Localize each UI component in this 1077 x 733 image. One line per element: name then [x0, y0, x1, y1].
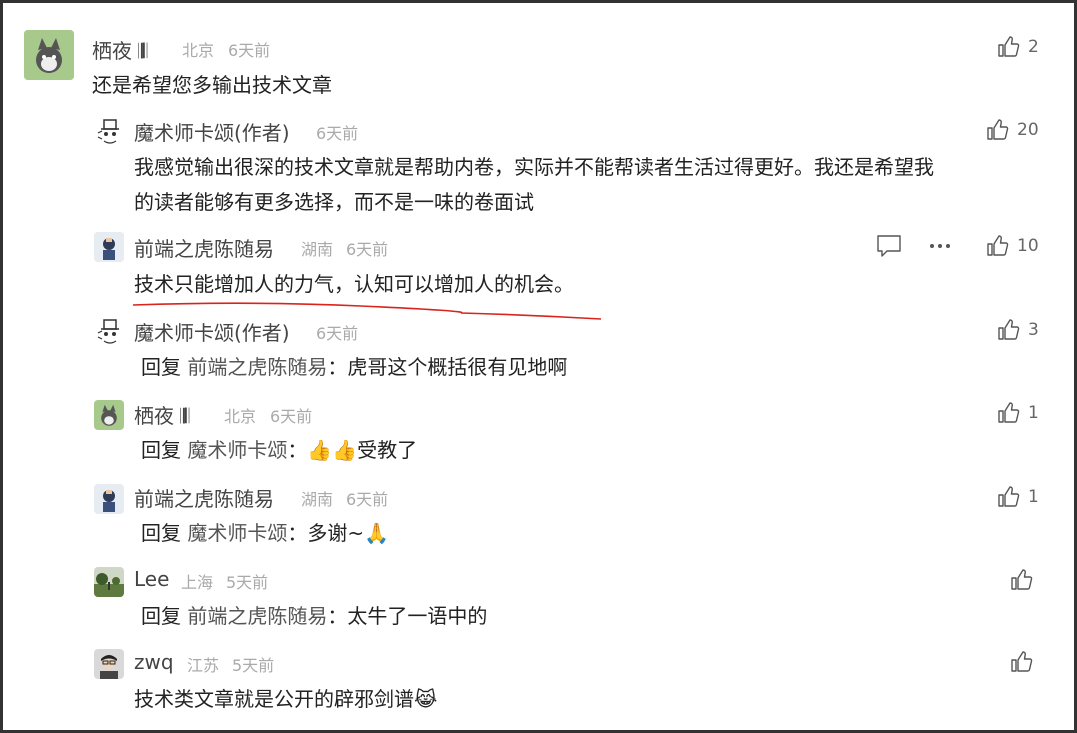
- reply-label: 回复: [141, 438, 181, 462]
- thumbs-up-icon: [1011, 651, 1033, 672]
- reply-body: ：太牛了一语中的: [327, 604, 488, 628]
- reply-time: 5天前: [226, 573, 269, 592]
- thumbs-up-icon: [987, 119, 1009, 140]
- reply-location: 上海: [181, 573, 214, 592]
- reply-author[interactable]: 前端之虎陈随易: [134, 483, 274, 512]
- reply-author[interactable]: 魔术师卡颂(作者): [134, 317, 290, 346]
- reply-location: 北京: [224, 407, 257, 426]
- reply-target-link[interactable]: 前端之虎陈随易: [187, 604, 327, 628]
- reply-time: 6天前: [346, 490, 389, 509]
- reply-actions: [876, 234, 952, 258]
- thumbs-up-icon: [998, 402, 1020, 423]
- tiger-avatar-icon: [94, 232, 124, 262]
- reply-text: 技术只能增加人的力气，认知可以增加人的机会。: [134, 272, 574, 296]
- reply-label: 回复: [141, 521, 181, 545]
- thumbs-up-icon: [1011, 569, 1033, 590]
- like-button[interactable]: [1009, 567, 1033, 593]
- avatar[interactable]: [94, 649, 124, 679]
- cat-avatar-icon: [24, 30, 74, 80]
- avatar[interactable]: [94, 317, 124, 347]
- reply-target-link[interactable]: 魔术师卡颂: [187, 438, 287, 462]
- reply-body: ：👍👍受教了: [287, 438, 418, 462]
- avatar[interactable]: [94, 484, 124, 514]
- avatar[interactable]: [24, 30, 74, 80]
- comment-location: 北京: [182, 41, 215, 60]
- avatar[interactable]: [94, 567, 124, 597]
- reply-location: 湖南: [301, 240, 334, 259]
- like-count: 3: [1028, 320, 1039, 340]
- magician-avatar-icon: [94, 317, 124, 347]
- reply-text: 回复 前端之虎陈随易：虎哥这个概括很有见地啊: [141, 351, 567, 383]
- reply-author[interactable]: 前端之虎陈随易: [134, 233, 274, 262]
- like-count: 20: [1017, 120, 1039, 140]
- like-count: 1: [1028, 403, 1039, 423]
- like-button[interactable]: 3: [996, 317, 1039, 343]
- like-count: 2: [1028, 37, 1039, 57]
- like-button[interactable]: 1: [996, 400, 1039, 426]
- reply-location: 江苏: [187, 656, 220, 675]
- reply-text: 回复 魔术师卡颂：多谢~🙏: [141, 517, 389, 549]
- cat-avatar-icon: [94, 400, 124, 430]
- like-button[interactable]: 20: [985, 117, 1039, 143]
- reply-author[interactable]: 栖夜 𝄂𝄃: [134, 400, 189, 429]
- like-button[interactable]: 10: [985, 233, 1039, 259]
- thumbs-up-icon: [998, 319, 1020, 340]
- reply-text-line2: 的读者能够有更多选择，而不是一味的卷面试: [134, 190, 534, 214]
- reply-body: ：虎哥这个概括很有见地啊: [327, 355, 568, 379]
- reply-target-link[interactable]: 魔术师卡颂: [187, 521, 287, 545]
- reply-text: 回复 前端之虎陈随易：太牛了一语中的: [141, 600, 487, 632]
- reply-location: 湖南: [301, 490, 334, 509]
- reply-time: 6天前: [270, 407, 313, 426]
- like-button[interactable]: 2: [996, 34, 1039, 60]
- avatar[interactable]: [94, 232, 124, 262]
- like-count: 1: [1028, 487, 1039, 507]
- comment-time: 6天前: [228, 41, 271, 60]
- reply-time: 6天前: [346, 240, 389, 259]
- reply-time: 6天前: [316, 124, 359, 143]
- reply-time: 6天前: [316, 324, 359, 343]
- comment-author[interactable]: 栖夜 𝄂𝄃: [92, 35, 147, 64]
- comment-text: 还是希望您多输出技术文章: [92, 73, 332, 97]
- landscape-avatar-icon: [94, 567, 124, 597]
- thumbs-up-icon: [998, 486, 1020, 507]
- reply-author[interactable]: Lee: [134, 567, 169, 591]
- reply-label: 回复: [141, 355, 181, 379]
- reply-author[interactable]: zwq: [134, 650, 174, 674]
- reply-body: ：多谢~🙏: [287, 521, 390, 545]
- reply-text-line1: 我感觉输出很深的技术文章就是帮助内卷，实际并不能帮读者生活过得更好。我还是希望我: [134, 155, 934, 179]
- thumbs-up-icon: [987, 235, 1009, 256]
- person-avatar-icon: [94, 649, 124, 679]
- like-button[interactable]: [1009, 649, 1033, 675]
- comment-panel: 栖夜 𝄂𝄃 北京 6天前 还是希望您多输出技术文章 2 魔术师卡颂(作者) 6天…: [0, 0, 1077, 733]
- reply-author[interactable]: 魔术师卡颂(作者): [134, 117, 290, 146]
- reply-time: 5天前: [232, 656, 275, 675]
- reply-target-link[interactable]: 前端之虎陈随易: [187, 355, 327, 379]
- tiger-avatar-icon: [94, 484, 124, 514]
- comment-icon[interactable]: [876, 234, 902, 258]
- avatar[interactable]: [94, 400, 124, 430]
- like-count: 10: [1017, 236, 1039, 256]
- thumbs-up-icon: [998, 36, 1020, 57]
- avatar[interactable]: [94, 117, 124, 147]
- reply-text: 技术类文章就是公开的辟邪剑谱😹: [134, 687, 438, 711]
- reply-label: 回复: [141, 604, 181, 628]
- reply-text: 回复 魔术师卡颂：👍👍受教了: [141, 434, 417, 466]
- like-button[interactable]: 1: [996, 484, 1039, 510]
- more-dots-icon[interactable]: [928, 234, 952, 258]
- magician-avatar-icon: [94, 117, 124, 147]
